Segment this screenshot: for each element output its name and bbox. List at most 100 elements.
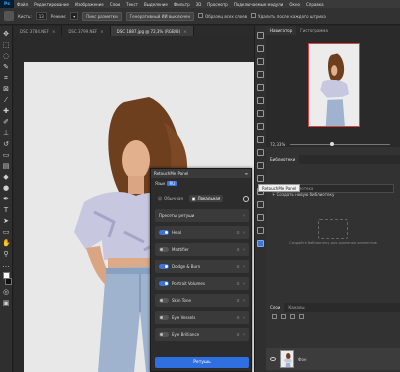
tab-libraries[interactable]: Библиотеки: [266, 155, 300, 164]
chevron-right-icon[interactable]: ›: [243, 281, 245, 287]
presets-row[interactable]: Пресеты ретуши ›: [155, 209, 249, 222]
chevron-right-icon[interactable]: ›: [243, 247, 245, 253]
dodge-tool-icon[interactable]: ●: [2, 184, 10, 192]
sliders-icon[interactable]: ⚟: [236, 281, 240, 286]
layer-name[interactable]: Фон: [298, 357, 307, 362]
properties-panel-icon[interactable]: [257, 45, 264, 52]
pixel-filter-icon[interactable]: [281, 313, 286, 319]
tab-local[interactable]: ▣ Локальная: [188, 195, 224, 202]
eyedropper-tool-icon[interactable]: ⁄: [2, 96, 10, 104]
tab-basic[interactable]: ☺ Обычная: [155, 195, 186, 202]
sliders-icon[interactable]: ⚟: [236, 247, 240, 252]
size-field[interactable]: 13: [35, 12, 47, 20]
eye-brilliance-toggle[interactable]: [159, 332, 169, 337]
language-selector[interactable]: Язык RU: [155, 181, 178, 186]
retouch-item-skin-tone[interactable]: Skin Tone ⚟ ›: [155, 294, 249, 307]
close-icon[interactable]: ×: [100, 29, 103, 34]
navigator-thumbnail[interactable]: [308, 43, 360, 127]
menu-window[interactable]: Окно: [286, 2, 303, 7]
tab-channels[interactable]: Каналы: [284, 303, 308, 312]
sample-all-layers-option[interactable]: Образец всех слоев: [198, 13, 247, 19]
healing-brush-icon[interactable]: [4, 11, 14, 21]
adjust-filter-icon[interactable]: [290, 313, 295, 319]
visibility-eye-icon[interactable]: [270, 357, 276, 361]
menu-image[interactable]: Изображение: [72, 2, 107, 7]
type-tool-icon[interactable]: T: [2, 206, 10, 214]
zoom-tool-icon[interactable]: ⚲: [2, 250, 10, 258]
paths-panel-icon[interactable]: [257, 84, 264, 91]
retouch-item-heal[interactable]: Heal ⚟ ›: [155, 226, 249, 239]
retouch-apply-button[interactable]: Ретушь: [155, 357, 249, 368]
retouch-item-dodge-burn[interactable]: Dodge & Burn ⚟ ›: [155, 260, 249, 273]
eye-vessels-toggle[interactable]: [159, 315, 169, 320]
retouch-item-mattifier[interactable]: Mattifier ⚟ ›: [155, 243, 249, 256]
tab-navigator[interactable]: Навигатор: [266, 26, 297, 35]
healing-tool-icon[interactable]: ✚: [2, 107, 10, 115]
history-panel-icon[interactable]: [257, 32, 264, 39]
generative-ai-button[interactable]: Генеративный ИИ выключен: [125, 11, 195, 21]
channels-panel-icon[interactable]: [257, 71, 264, 78]
retouchme-header[interactable]: RetouchMe Panel ≡: [151, 169, 251, 178]
remove-after-checkbox[interactable]: [251, 13, 257, 18]
menu-type[interactable]: Текст: [123, 2, 141, 7]
tab-layers[interactable]: Слои: [266, 303, 285, 312]
libraries-panel-icon[interactable]: [257, 227, 264, 234]
chevron-right-icon[interactable]: ›: [243, 230, 245, 236]
skin-tone-toggle[interactable]: [159, 298, 169, 303]
menu-edit[interactable]: Редактирование: [31, 2, 72, 7]
eraser-tool-icon[interactable]: ▭: [2, 151, 10, 159]
dodge-burn-toggle[interactable]: [159, 264, 169, 269]
chevron-right-icon[interactable]: ›: [243, 298, 245, 304]
pen-tool-icon[interactable]: ✒: [2, 195, 10, 203]
menu-help[interactable]: Справка: [303, 2, 327, 7]
move-tool-icon[interactable]: ✥: [2, 30, 10, 38]
navigator-zoom-value[interactable]: 72,33%: [270, 142, 285, 147]
retouch-item-eye-brilliance[interactable]: Eye Brilliance ⚟ ›: [155, 328, 249, 341]
chevron-right-icon[interactable]: ›: [243, 264, 245, 270]
layer-row[interactable]: Фон: [266, 348, 400, 370]
settings-gear-icon[interactable]: [243, 195, 249, 202]
navigator-zoom-slider[interactable]: [290, 142, 390, 146]
filter-icon[interactable]: [272, 313, 277, 319]
crop-tool-icon[interactable]: ⌗: [2, 74, 10, 82]
language-value[interactable]: RU: [167, 181, 178, 186]
menu-filter[interactable]: Фильтр: [171, 2, 193, 7]
quick-mask-icon[interactable]: ◎: [2, 288, 10, 296]
menu-plugins[interactable]: Подключаемые модули: [231, 2, 287, 7]
navigator-view[interactable]: [266, 35, 400, 147]
type-filter-icon[interactable]: [299, 313, 304, 319]
marquee-tool-icon[interactable]: ⬚: [2, 41, 10, 49]
adjustments-panel-icon[interactable]: [257, 58, 264, 65]
glyphs-panel-icon[interactable]: [257, 136, 264, 143]
retouchme-panel-icon[interactable]: [257, 240, 264, 247]
heal-toggle[interactable]: [159, 230, 169, 235]
paragraph-panel-icon[interactable]: [257, 110, 264, 117]
menu-file[interactable]: Файл: [14, 2, 31, 7]
portrait-volumes-toggle[interactable]: [159, 281, 169, 286]
close-icon[interactable]: ×: [52, 29, 55, 34]
mattifier-toggle[interactable]: [159, 247, 169, 252]
comments-panel-icon[interactable]: [257, 201, 264, 208]
actions-panel-icon[interactable]: [257, 162, 264, 169]
menu-layer[interactable]: Слои: [107, 2, 123, 7]
mode-select[interactable]: ▾: [70, 12, 79, 20]
remove-after-stroke-option[interactable]: Удалить после каждого штриха: [251, 13, 326, 19]
tab-dsc-3784[interactable]: DSC 3784.NEF ×: [14, 26, 63, 36]
retouch-item-eye-vessels[interactable]: Eye Vessels ⚟ ›: [155, 311, 249, 324]
blur-tool-icon[interactable]: ◆: [2, 173, 10, 181]
stamp-tool-icon[interactable]: ⊥: [2, 129, 10, 137]
screen-mode-icon[interactable]: ▣: [2, 299, 10, 307]
gradient-tool-icon[interactable]: ▤: [2, 162, 10, 170]
menu-3d[interactable]: 3D: [193, 2, 205, 7]
sliders-icon[interactable]: ⚟: [236, 230, 240, 235]
quick-select-tool-icon[interactable]: ✎: [2, 63, 10, 71]
frame-tool-icon[interactable]: ⊠: [2, 85, 10, 93]
panel-menu-icon[interactable]: ≡: [245, 171, 248, 176]
character-panel-icon[interactable]: [257, 123, 264, 130]
tab-dsc-3799[interactable]: DSC 3799.NEF ×: [62, 26, 111, 36]
lasso-tool-icon[interactable]: ◌: [2, 52, 10, 60]
hand-tool-icon[interactable]: ✋: [2, 239, 11, 247]
learn-panel-icon[interactable]: [257, 214, 264, 221]
history-brush-icon[interactable]: ↺: [2, 140, 10, 148]
sample-all-checkbox[interactable]: [198, 13, 204, 18]
